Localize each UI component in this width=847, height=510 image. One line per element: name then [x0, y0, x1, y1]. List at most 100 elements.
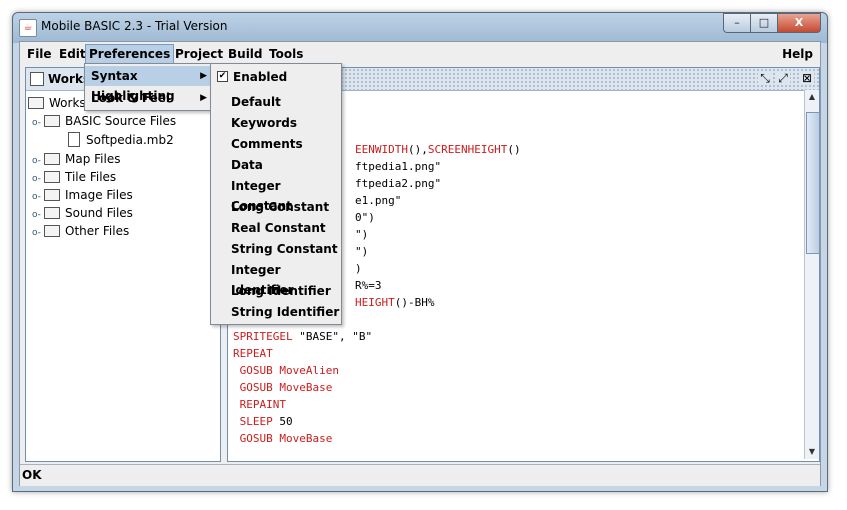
tree-item-label: Softpedia.mb2 [86, 133, 174, 147]
tree-item-other[interactable]: o- Other Files [32, 222, 129, 240]
maximize-button[interactable]: □ [750, 13, 778, 33]
menu-item-comments[interactable]: Comments [211, 134, 341, 154]
code-text: "BASE", "B" [292, 330, 373, 343]
menu-item-string-constant[interactable]: String Constant [211, 239, 341, 259]
panel-window-icon [30, 72, 44, 86]
menu-help[interactable]: Help [779, 45, 816, 63]
code-line: EENWIDTH(),SCREENHEIGHT() [355, 141, 521, 158]
submenu-arrow-icon: ▶ [200, 71, 207, 81]
tree-item-tile[interactable]: o- Tile Files [32, 168, 116, 186]
menu-preferences[interactable]: Preferences [85, 44, 175, 64]
tree-item-label: Image Files [65, 188, 133, 202]
menu-item-long-identifier[interactable]: Long Identifier [211, 281, 341, 301]
menu-item-integer-constant[interactable]: Integer Constant [211, 176, 341, 213]
menu-item-enabled[interactable]: ✔ Enabled [211, 67, 341, 87]
tree-item-map[interactable]: o- Map Files [32, 150, 120, 168]
code-text: 0") [355, 211, 375, 224]
menu-item-look-and-feel[interactable]: Look & Feel ▶ [85, 88, 211, 108]
menu-file[interactable]: File [24, 45, 55, 63]
menu-item-string-identifier[interactable]: String Identifier [211, 302, 341, 322]
code-text: ftpedia1.png" [355, 160, 442, 173]
expand-toggle-icon[interactable]: o- [32, 224, 41, 242]
menu-project[interactable]: Project [172, 45, 226, 63]
code-line: ftpedia1.png" [355, 158, 441, 175]
code-keyword: SLEEP [233, 415, 273, 428]
code-line: ") [355, 226, 368, 243]
tree-item-label: Tile Files [65, 170, 117, 184]
folder-icon [44, 188, 60, 201]
menu-item-default[interactable]: Default [211, 92, 341, 112]
menu-tools[interactable]: Tools [266, 45, 306, 63]
menu-item-label: Data [231, 158, 263, 172]
vertical-scrollbar[interactable]: ▲ ▼ [804, 90, 820, 459]
tree-item-label: Sound Files [65, 206, 133, 220]
code-text: () [507, 143, 521, 156]
code-text: (), [407, 143, 428, 156]
close-button[interactable]: X [777, 13, 821, 33]
menu-item-label: String Constant [231, 242, 338, 256]
scroll-thumb[interactable] [806, 112, 820, 254]
menu-item-keywords[interactable]: Keywords [211, 113, 341, 133]
menu-item-data[interactable]: Data [211, 155, 341, 175]
menu-item-label: Real Constant [231, 221, 326, 235]
folder-icon [44, 152, 60, 165]
menu-item-label: Comments [231, 137, 303, 151]
code-line: SPRITEGEL "BASE", "B" [233, 328, 372, 345]
code-line: HEIGHT()-BH% [355, 294, 435, 311]
folder-icon [28, 96, 44, 109]
menu-item-integer-identifier[interactable]: Integer Identifier [211, 260, 341, 297]
tree-item-sound[interactable]: o- Sound Files [32, 204, 133, 222]
tree-item-file[interactable]: Softpedia.mb2 [68, 131, 174, 149]
menu-item-long-constant[interactable]: Long Constant [211, 197, 341, 217]
code-text: ) [355, 262, 362, 275]
menu-item-label: Keywords [231, 116, 298, 130]
menu-item-label: Long Constant [231, 200, 330, 214]
window-title: Mobile BASIC 2.3 - Trial Version [41, 19, 228, 33]
code-line: R%=3 [355, 277, 382, 294]
float-icon[interactable]: ⤡ [758, 71, 772, 85]
menu-item-label: Look & Feel [91, 91, 171, 105]
code-text: 50 [272, 415, 293, 428]
code-keyword: GOSUB MoveBase [233, 432, 333, 445]
scroll-up-icon[interactable]: ▲ [805, 90, 819, 104]
status-bar: OK [20, 464, 820, 486]
code-keyword: HEIGHT [355, 296, 395, 309]
code-keyword: REPAINT [233, 398, 286, 411]
menu-item-real-constant[interactable]: Real Constant [211, 218, 341, 238]
code-keyword: SCREENHEIGHT [427, 143, 508, 156]
code-line: ") [355, 243, 368, 260]
menu-item-label: String Identifier [231, 305, 340, 319]
checkbox-checked-icon: ✔ [217, 71, 228, 82]
menu-build[interactable]: Build [225, 45, 266, 63]
code-keyword: SPRITEGEL [233, 330, 293, 343]
code-line: REPAINT [233, 396, 286, 413]
tree-item-basic-source[interactable]: o- BASIC Source Files [32, 112, 176, 130]
tree-item-label: BASIC Source Files [65, 114, 177, 128]
menu-item-syntax-highlighting[interactable]: Syntax Highlighting ▶ [85, 66, 211, 103]
code-text: R%=3 [355, 279, 382, 292]
code-keyword: GOSUB MoveBase [233, 381, 333, 394]
folder-icon [44, 224, 60, 237]
expand-toggle-icon[interactable]: o- [32, 114, 41, 132]
code-line: GOSUB MoveAlien [233, 362, 339, 379]
scroll-down-icon[interactable]: ▼ [805, 445, 819, 459]
java-app-icon: ☕ [19, 19, 37, 37]
folder-icon [44, 206, 60, 219]
submenu-arrow-icon: ▶ [200, 93, 207, 103]
menu-item-label: Enabled [233, 70, 288, 84]
file-icon [68, 132, 80, 147]
status-text: OK [22, 468, 42, 482]
menu-item-label: Default [231, 95, 281, 109]
menu-item-label: Long Identifier [231, 284, 331, 298]
workspace-panel: Works Workspace o- BASIC Source Files Sof… [25, 67, 221, 462]
title-bar[interactable]: ☕ Mobile BASIC 2.3 - Trial Version – □ X [13, 13, 827, 41]
maximize-panel-icon[interactable]: ⤢ [776, 71, 790, 85]
code-text: ") [355, 228, 369, 241]
code-text: e1.png" [355, 194, 402, 207]
menu-edit[interactable]: Edit [56, 45, 89, 63]
tree-item-label: Other Files [65, 224, 130, 238]
close-panel-icon[interactable]: ⊠ [800, 71, 814, 85]
minimize-button[interactable]: – [723, 13, 751, 33]
tree-item-image[interactable]: o- Image Files [32, 186, 133, 204]
code-line: e1.png" [355, 192, 401, 209]
